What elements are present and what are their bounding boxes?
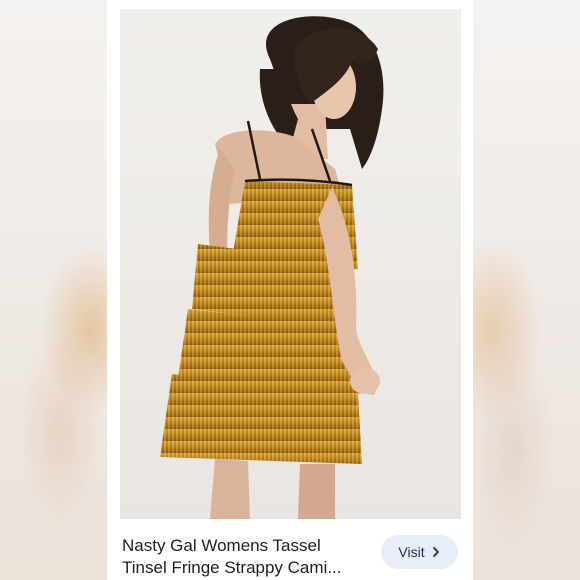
chevron-right-icon bbox=[431, 546, 441, 558]
product-card[interactable]: Nasty Gal Womens Tassel Tinsel Fringe St… bbox=[107, 0, 473, 580]
visit-button-label: Visit bbox=[398, 544, 425, 560]
background-blur-left bbox=[0, 0, 107, 580]
model-illustration bbox=[160, 16, 384, 519]
product-title-line-2: Tinsel Fringe Strappy Cami... bbox=[122, 558, 342, 577]
product-image[interactable] bbox=[120, 9, 461, 519]
product-title-line-1: Nasty Gal Womens Tassel bbox=[122, 536, 321, 555]
background-blur-right bbox=[473, 0, 580, 580]
visit-button[interactable]: Visit bbox=[381, 535, 458, 569]
product-title[interactable]: Nasty Gal Womens Tassel Tinsel Fringe St… bbox=[122, 535, 372, 579]
